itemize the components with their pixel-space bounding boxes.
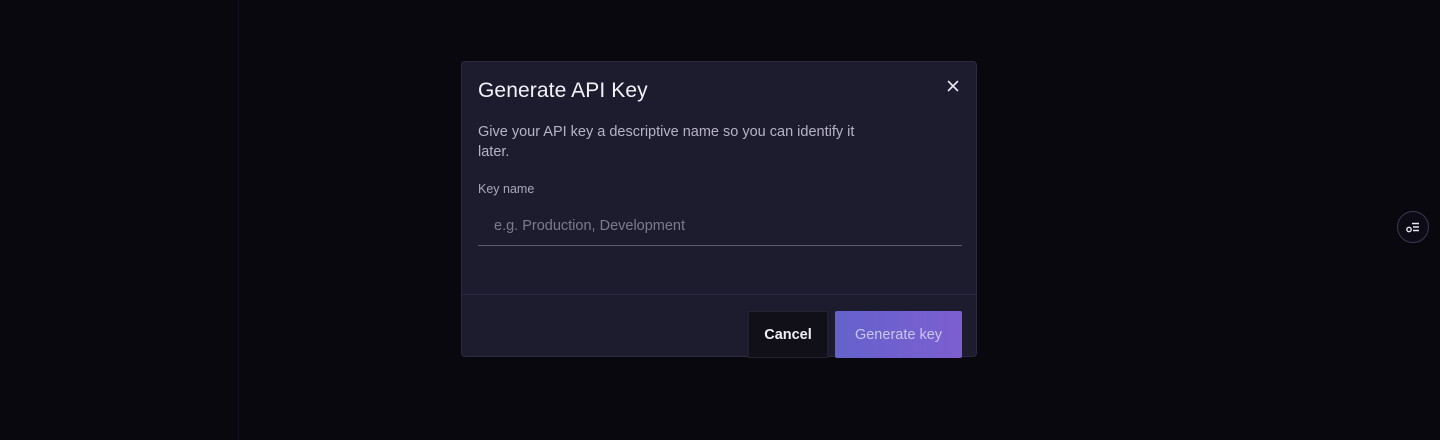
side-panel-toggle-button[interactable] [1397, 211, 1429, 243]
key-name-input[interactable] [478, 206, 962, 246]
footer-divider [462, 294, 976, 295]
sidebar-divider [238, 0, 239, 440]
close-icon [947, 80, 959, 92]
dialog-description: Give your API key a descriptive name so … [478, 124, 855, 160]
close-button[interactable] [943, 76, 963, 96]
toggle-list-icon [1406, 222, 1419, 233]
cancel-button[interactable]: Cancel [748, 311, 828, 358]
generate-api-key-dialog: Generate API Key Give your API key a des… [461, 61, 977, 358]
generate-key-button[interactable]: Generate key [835, 311, 962, 358]
key-name-label: Key name [478, 182, 535, 196]
dialog-title: Generate API Key [478, 79, 648, 102]
